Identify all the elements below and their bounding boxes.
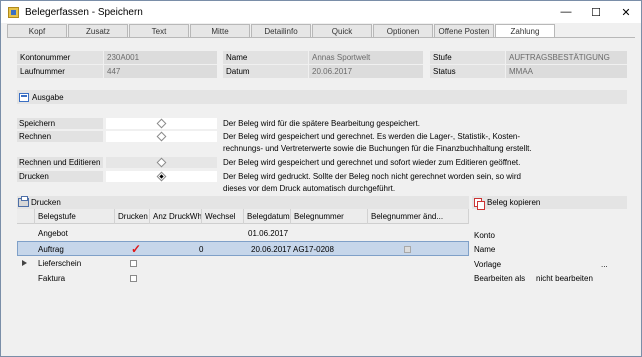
option-drucken-radio[interactable]: [106, 171, 217, 182]
drucken-grid: Belegstufe Drucken Anz DruckWh. Wechsel …: [17, 209, 469, 309]
tab-mitte[interactable]: Mitte: [190, 24, 250, 37]
tab-quick[interactable]: Quick: [312, 24, 372, 37]
konto-label: Konto: [474, 231, 495, 240]
option-speichern-radio[interactable]: [106, 118, 217, 129]
name-value: Annas Sportwelt: [309, 51, 423, 64]
option-rechnen-editieren-desc: Der Beleg wird gespeichert und gerechnet…: [223, 158, 521, 167]
drucken-header: Drucken: [17, 196, 469, 209]
laufnummer-value: 447: [104, 65, 217, 78]
row-belegdatum: 20.06.2017: [251, 245, 292, 254]
row-belegnummer: AG17-0208: [293, 245, 334, 254]
tab-divider: [7, 37, 635, 38]
column-header-drucken[interactable]: Drucken: [115, 209, 150, 224]
radio-selected-icon: [156, 171, 167, 182]
grid-header-indicator: [17, 209, 35, 224]
vorlage-label: Vorlage: [474, 260, 502, 269]
tab-zusatz[interactable]: Zusatz: [68, 24, 128, 37]
stufe-label: Stufe: [430, 51, 505, 64]
beleg-kopieren-title: Beleg kopieren: [487, 198, 541, 207]
minimize-icon[interactable]: —: [551, 1, 581, 23]
drucken-title: Drucken: [31, 198, 61, 207]
radio-indicator-icon: [156, 131, 167, 142]
row-belegstufe: Auftrag: [38, 245, 64, 254]
bearbeiten-label: Bearbeiten als: [474, 274, 526, 283]
option-speichern-label: Speichern: [17, 118, 103, 129]
option-rechnen-label: Rechnen: [17, 131, 103, 142]
name-label: Name: [223, 51, 308, 64]
radio-indicator-icon: [156, 118, 167, 129]
tab-offene-posten[interactable]: Offene Posten: [434, 24, 494, 37]
close-icon[interactable]: ✕: [611, 1, 641, 23]
copy-icon: [474, 197, 485, 210]
datum-label: Datum: [223, 65, 308, 78]
row-belegstufe: Angebot: [38, 229, 68, 238]
kontonummer-value: 230A001: [104, 51, 217, 64]
bearbeiten-value[interactable]: nicht bearbeiten: [536, 273, 593, 284]
beleg-kopieren-header: Beleg kopieren: [472, 196, 627, 210]
tab-optionen[interactable]: Optionen: [373, 24, 433, 37]
tab-zahlung[interactable]: Zahlung: [495, 24, 555, 37]
option-rechnen-editieren-label: Rechnen und Editieren: [17, 157, 103, 168]
status-value: MMAA: [506, 65, 627, 78]
column-header-anz-druckwh[interactable]: Anz DruckWh.: [150, 209, 202, 224]
column-header-belegstufe[interactable]: Belegstufe: [35, 209, 115, 224]
drucken-checkbox[interactable]: [130, 260, 137, 267]
row-belegdatum: 01.06.2017: [248, 229, 289, 238]
drucken-checkbox[interactable]: [130, 275, 137, 282]
tab-bar: Kopf Zusatz Text Mitte Detailinfo Quick …: [7, 24, 556, 38]
output-icon: [19, 92, 29, 102]
option-rechnen-radio[interactable]: [106, 131, 217, 142]
table-row-selected[interactable]: Auftrag ✓ 0 20.06.2017 AG17-0208: [17, 241, 469, 256]
row-expand-icon[interactable]: [22, 260, 27, 266]
row-anz-druckwh: 0: [199, 245, 204, 254]
option-drucken-label: Drucken: [17, 171, 103, 182]
maximize-icon[interactable]: ☐: [581, 1, 611, 23]
laufnummer-label: Laufnummer: [17, 65, 103, 78]
ausgabe-header: Ausgabe: [17, 90, 627, 104]
window-title: Belegerfassen - Speichern: [25, 6, 143, 18]
tab-kopf[interactable]: Kopf: [7, 24, 67, 37]
belegnummer-aendern-checkbox[interactable]: [404, 246, 411, 253]
radio-indicator-icon: [156, 157, 167, 168]
red-check-icon[interactable]: ✓: [131, 242, 141, 257]
window-controls: — ☐ ✕: [551, 1, 641, 23]
tab-detailinfo[interactable]: Detailinfo: [251, 24, 311, 37]
column-header-belegnummer-aendern[interactable]: Belegnummer änd...: [368, 209, 469, 224]
option-rechnen-editieren-radio[interactable]: [106, 157, 217, 168]
vorlage-browse-button[interactable]: ...: [601, 259, 608, 270]
table-row[interactable]: Angebot 01.06.2017: [17, 226, 469, 241]
option-speichern-desc: Der Beleg wird für die spätere Bearbeitu…: [223, 119, 420, 128]
option-drucken-desc2: dieses vor dem Druck automatisch durchge…: [223, 184, 396, 193]
option-rechnen-desc: Der Beleg wird gespeichert und gerechnet…: [223, 132, 521, 141]
kontonummer-label: Kontonummer: [17, 51, 103, 64]
app-icon: [8, 6, 19, 18]
row-belegstufe: Faktura: [38, 274, 66, 283]
tab-text[interactable]: Text: [129, 24, 189, 37]
column-header-belegdatum[interactable]: Belegdatum: [244, 209, 291, 224]
row-belegstufe: Lieferschein: [38, 259, 82, 268]
table-row[interactable]: Lieferschein: [17, 256, 469, 271]
table-row[interactable]: Faktura: [17, 271, 469, 286]
option-rechnen-desc2: rechnungs- und Vertreterwerte sowie die …: [223, 144, 532, 153]
datum-value: 20.06.2017: [309, 65, 423, 78]
printer-icon: [18, 196, 29, 207]
ausgabe-title: Ausgabe: [32, 92, 64, 102]
window: Belegerfassen - Speichern — ☐ ✕ Kopf Zus…: [0, 0, 642, 357]
column-header-belegnummer[interactable]: Belegnummer: [291, 209, 368, 224]
grid-header: Belegstufe Drucken Anz DruckWh. Wechsel …: [17, 209, 469, 224]
column-header-wechsel[interactable]: Wechsel: [202, 209, 244, 224]
option-drucken-desc: Der Beleg wird gedruckt. Sollte der Bele…: [223, 172, 521, 181]
name-label-copy: Name: [474, 245, 496, 254]
stufe-value: AUFTRAGSBESTÄTIGUNG: [506, 51, 627, 64]
status-label: Status: [430, 65, 505, 78]
title-bar: Belegerfassen - Speichern — ☐ ✕: [1, 1, 641, 23]
